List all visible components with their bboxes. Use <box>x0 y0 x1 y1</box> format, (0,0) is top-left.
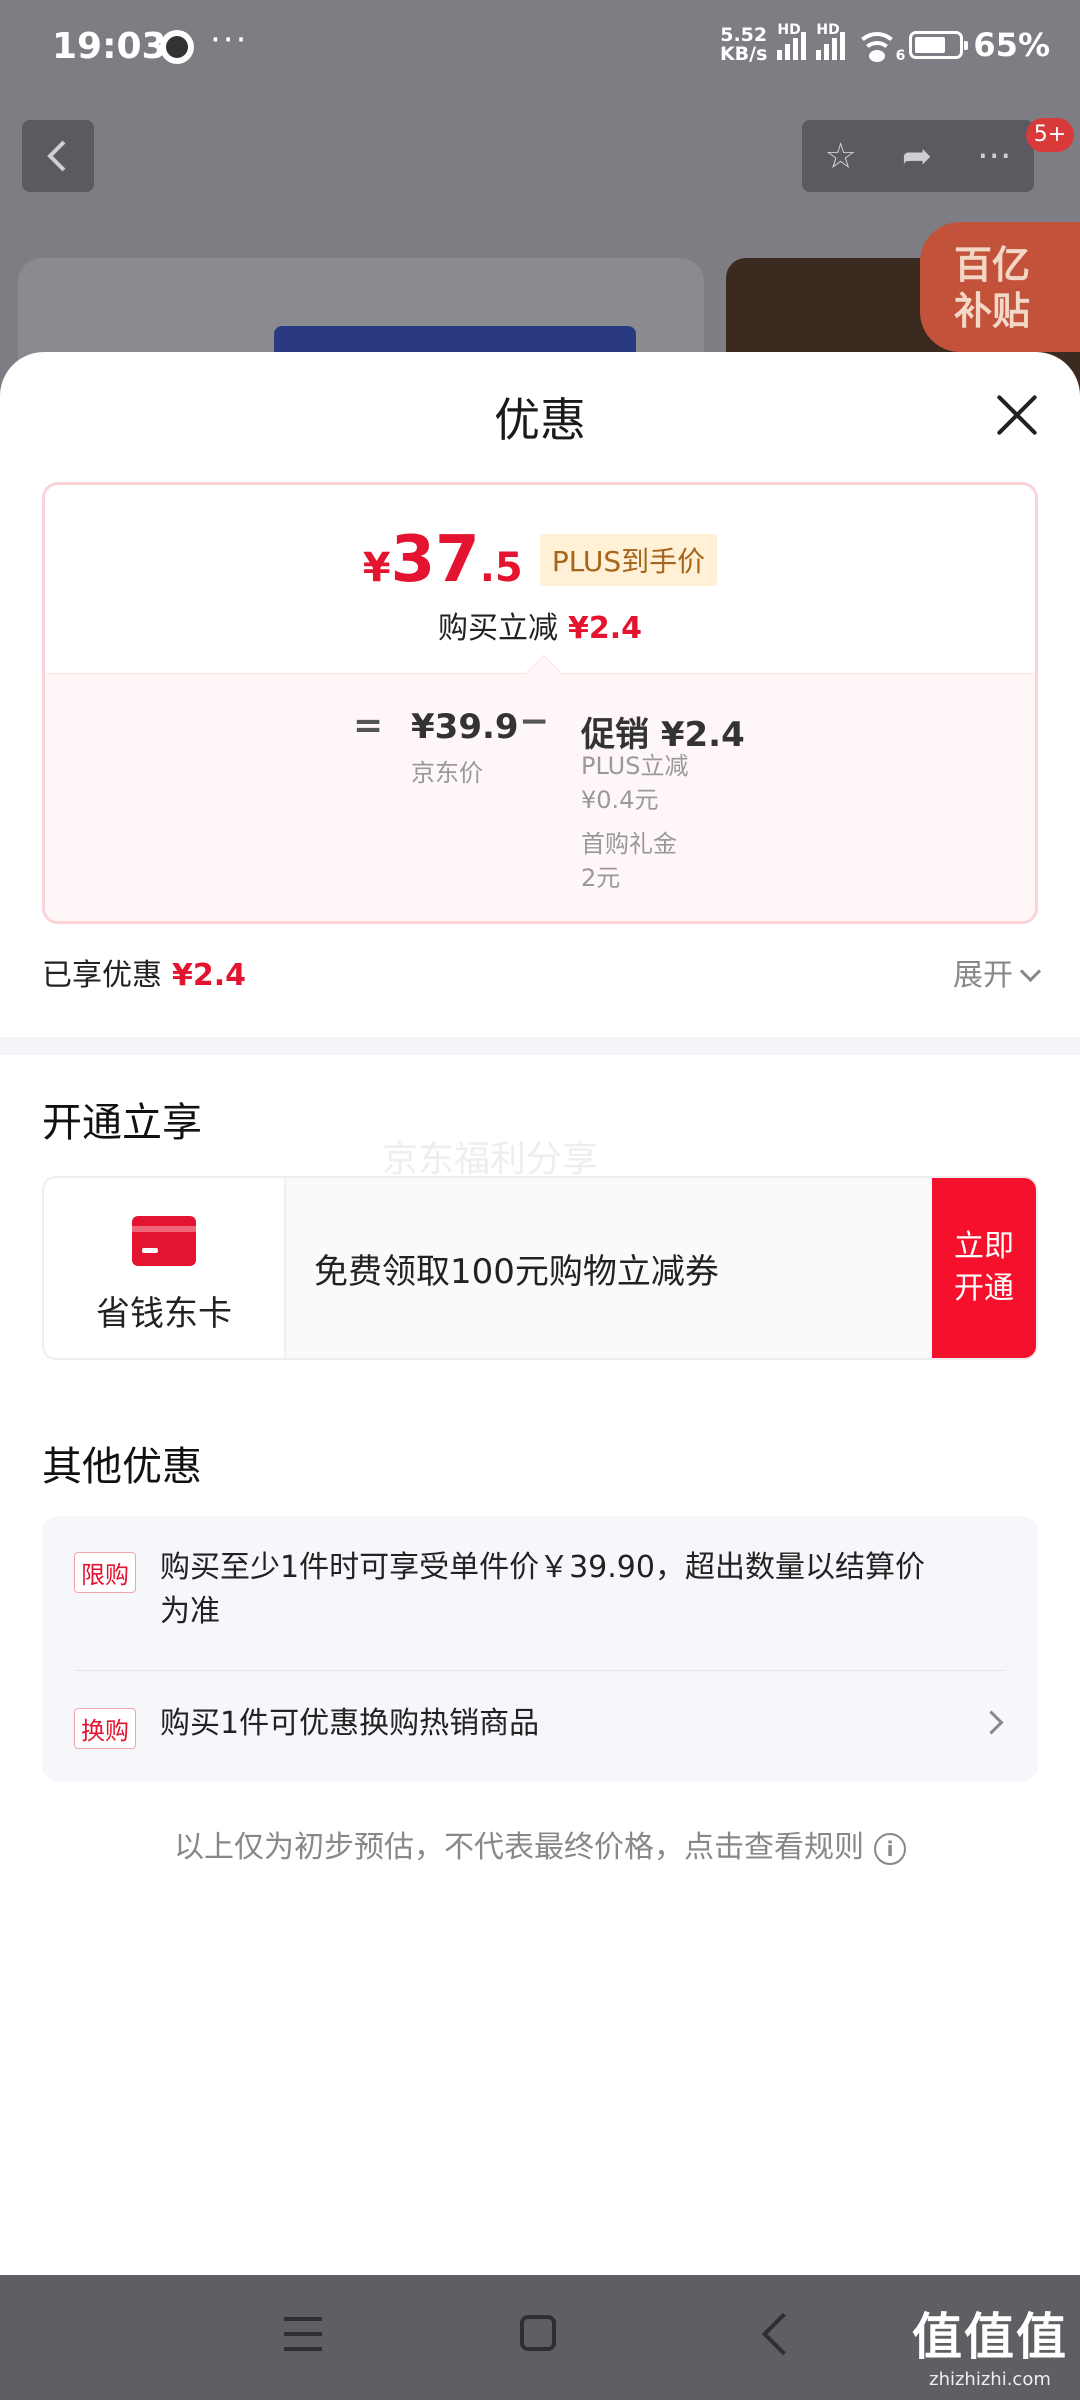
expand-button[interactable]: 展开 <box>953 950 1042 994</box>
jd-price: ¥39.9 <box>411 707 519 747</box>
other-discounts-list: 限购 购买至少1件时可享受单件价￥39.90，超出数量以结算价 为准 换购 购买… <box>42 1516 1038 1782</box>
star-icon[interactable]: ☆ <box>825 136 857 177</box>
page-action-bar: ☆ ➦ ··· <box>802 120 1034 192</box>
close-icon[interactable] <box>994 392 1040 438</box>
plus-price-tag: PLUS到手价 <box>539 534 718 586</box>
price-breakdown-box: ¥37.5 PLUS到手价 购买立减 ¥2.4 = ¥39.9 京东价 − 促销 … <box>42 482 1038 924</box>
status-indicators: 5.52 KB/s HD HD 6 65% <box>719 22 1050 65</box>
discount-sheet: 优惠 ¥37.5 PLUS到手价 购买立减 ¥2.4 = ¥39.9 京东价 − … <box>0 352 1080 2275</box>
home-icon[interactable] <box>520 2315 556 2351</box>
minus-sign: − <box>519 701 550 742</box>
equals-sign: = <box>353 705 384 746</box>
chevron-right-icon <box>979 1710 1004 1735</box>
menu-icon[interactable] <box>284 2317 322 2353</box>
row-divider <box>74 1670 1006 1671</box>
rules-link[interactable]: 以上仅为初步预估，不代表最终价格，点击查看规则 i <box>0 1822 1080 1866</box>
network-speed: 5.52 KB/s <box>719 24 768 65</box>
card-description: 免费领取100元购物立减券 <box>314 1252 719 1292</box>
status-bar: 19:03 ··· 5.52 KB/s HD HD 6 65% <box>0 0 1080 100</box>
message-badge: 5+ <box>1026 118 1074 152</box>
page-back-button[interactable] <box>22 120 94 192</box>
promo-detail: 2元 <box>581 864 621 892</box>
list-item: 限购 购买至少1件时可享受单件价￥39.90，超出数量以结算价 为准 <box>74 1546 1006 1646</box>
promo-detail: 首购礼金 <box>581 830 677 858</box>
exchange-tag: 换购 <box>74 1708 136 1749</box>
status-time: 19:03 <box>52 26 167 67</box>
open-now-button[interactable]: 立即开通 <box>932 1178 1036 1358</box>
promo-detail: ¥0.4元 <box>581 786 659 814</box>
clock-app-icon <box>160 30 194 64</box>
card-icon <box>132 1216 196 1266</box>
info-icon: i <box>874 1832 906 1865</box>
chevron-down-icon <box>1019 960 1042 983</box>
watermark: 京东福利分享 <box>382 1139 599 1180</box>
battery-icon <box>909 31 969 59</box>
battery-percent: 65% <box>973 26 1050 64</box>
instant-discount: 购买立减 ¥2.4 <box>437 611 643 646</box>
wifi-icon: 6 <box>855 30 905 64</box>
signal-icon-1: HD <box>777 22 807 60</box>
promo-detail: PLUS立减 <box>581 752 689 780</box>
back-icon[interactable] <box>761 2312 805 2356</box>
enjoyed-discount: 已享优惠 ¥2.4 <box>42 958 247 993</box>
system-nav-bar: 值值值 zhizhizhi.com <box>0 2275 1080 2400</box>
subsidy-badge: 百亿 补贴 <box>920 222 1080 352</box>
open-section-title: 开通立享 <box>42 1100 202 1146</box>
savings-card-offer[interactable]: 省钱东卡 免费领取100元购物立减券 立即开通 <box>42 1176 1038 1360</box>
card-name: 省钱东卡 <box>96 1294 232 1334</box>
other-section-title: 其他优惠 <box>42 1444 202 1490</box>
more-icon[interactable]: ··· <box>977 136 1011 177</box>
signal-icon-2: HD <box>816 22 846 60</box>
exchange-offer-row[interactable]: 换购 购买1件可优惠换购热销商品 <box>74 1702 1006 1752</box>
share-icon[interactable]: ➦ <box>902 136 932 177</box>
site-watermark-logo: 值值值 zhizhizhi.com <box>912 2308 1068 2390</box>
savings-card: 省钱东卡 <box>44 1178 286 1358</box>
status-more-icon: ··· <box>210 20 249 60</box>
jd-price-label: 京东价 <box>411 759 483 787</box>
sheet-title: 优惠 <box>494 393 586 447</box>
final-price: ¥37.5 PLUS到手价 <box>45 523 1035 597</box>
limit-tag: 限购 <box>74 1552 136 1593</box>
section-divider <box>0 1037 1080 1055</box>
